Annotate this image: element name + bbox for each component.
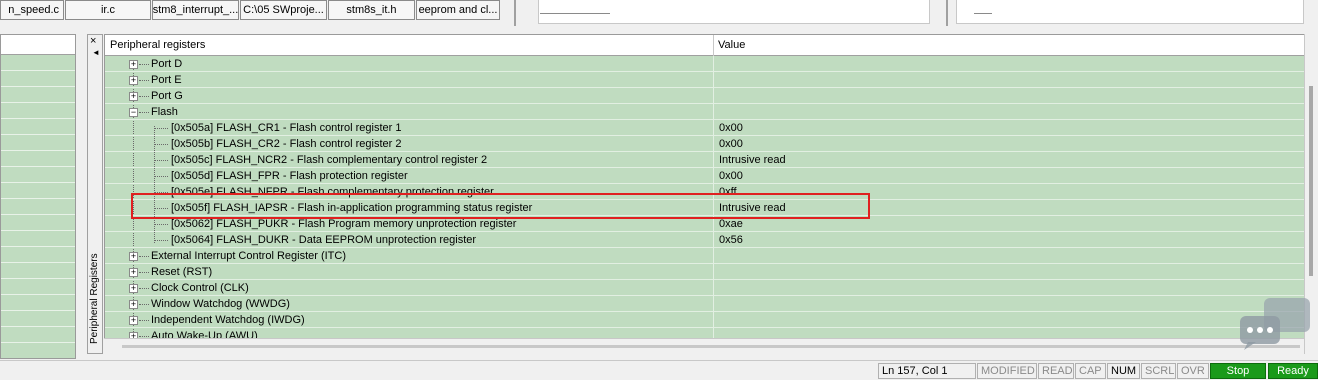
vertical-scroll-thumb[interactable]: [1309, 86, 1313, 276]
tree-row-port-g[interactable]: + Port G: [105, 88, 1305, 104]
row-name: Port D: [151, 58, 183, 70]
row-value: 0x00: [719, 122, 743, 134]
arrow-left-icon[interactable]: ◄: [92, 49, 100, 57]
row-name: [0x505d] FLASH_FPR - Flash protection re…: [171, 170, 408, 182]
row-name: [0x505a] FLASH_CR1 - Flash control regis…: [171, 122, 402, 134]
row-name: Port E: [151, 74, 182, 86]
cap-indicator: CAP: [1075, 363, 1106, 379]
expand-icon[interactable]: +: [129, 284, 138, 293]
file-tab-1[interactable]: n_speed.c: [0, 0, 64, 20]
ovr-indicator: OVR: [1177, 363, 1209, 379]
tree-row-flash-fpr[interactable]: [0x505d] FLASH_FPR - Flash protection re…: [105, 168, 1305, 184]
row-value: Intrusive read: [719, 154, 786, 166]
row-name: Flash: [151, 106, 178, 118]
row-name: [0x505b] FLASH_CR2 - Flash control regis…: [171, 138, 402, 150]
splitter-1[interactable]: [514, 0, 516, 26]
expand-icon[interactable]: +: [129, 92, 138, 101]
file-tabs: n_speed.c ir.c stm8_interrupt_... C:\05 …: [0, 0, 508, 22]
tree-row-clk[interactable]: + Clock Control (CLK): [105, 280, 1305, 296]
file-tab-6[interactable]: eeprom and cl...: [416, 0, 500, 20]
expand-icon[interactable]: +: [129, 76, 138, 85]
row-name: [0x505c] FLASH_NCR2 - Flash complementar…: [171, 154, 488, 166]
modified-indicator: MODIFIED: [977, 363, 1037, 379]
top-pane-2-scrollbar[interactable]: [974, 13, 992, 14]
peripheral-registers-vertical-label: Peripheral Registers: [89, 253, 100, 344]
tree-row-flash-cr1[interactable]: [0x505a] FLASH_CR1 - Flash control regis…: [105, 120, 1305, 136]
row-name: Port G: [151, 90, 183, 102]
horizontal-scrollbar[interactable]: [104, 338, 1304, 354]
table-header: Peripheral registers Value: [105, 35, 1317, 56]
horizontal-scroll-thumb[interactable]: [122, 345, 1300, 348]
row-name: [0x5064] FLASH_DUKR - Data EEPROM unprot…: [171, 234, 477, 246]
scrl-indicator: SCRL: [1141, 363, 1176, 379]
row-value: 0x00: [719, 170, 743, 182]
tree-row-rst[interactable]: + Reset (RST): [105, 264, 1305, 280]
expand-icon[interactable]: +: [129, 300, 138, 309]
column-header-value[interactable]: Value: [718, 39, 745, 51]
tree-row-flash-dukr[interactable]: [0x5064] FLASH_DUKR - Data EEPROM unprot…: [105, 232, 1305, 248]
tree-row-flash-ncr2[interactable]: [0x505c] FLASH_NCR2 - Flash complementar…: [105, 152, 1305, 168]
dock-strip: × ◄ Peripheral Registers: [87, 34, 103, 354]
ready-status: Ready: [1268, 363, 1318, 379]
file-tab-2[interactable]: ir.c: [65, 0, 151, 20]
row-name: Reset (RST): [151, 266, 213, 278]
num-indicator: NUM: [1107, 363, 1140, 379]
splitter-2[interactable]: [946, 0, 948, 26]
tree-row-iwdg[interactable]: + Independent Watchdog (IWDG): [105, 312, 1305, 328]
top-pane-1-scrollbar[interactable]: [540, 13, 610, 14]
highlight-box: [131, 193, 870, 219]
tree-row-itc[interactable]: + External Interrupt Control Register (I…: [105, 248, 1305, 264]
expand-icon[interactable]: +: [129, 252, 138, 261]
row-name: Window Watchdog (WWDG): [151, 298, 290, 310]
column-header-name[interactable]: Peripheral registers: [110, 39, 205, 51]
cursor-position: Ln 157, Col 1: [878, 363, 976, 379]
tree-row-wwdg[interactable]: + Window Watchdog (WWDG): [105, 296, 1305, 312]
expand-icon[interactable]: +: [129, 268, 138, 277]
tree-row-flash[interactable]: − Flash: [105, 104, 1305, 120]
left-panel: [0, 34, 76, 359]
tree-row-port-d[interactable]: + Port D: [105, 56, 1305, 72]
row-name: Independent Watchdog (IWDG): [151, 314, 305, 326]
file-tab-4[interactable]: C:\05 SWproje...: [240, 0, 327, 20]
expand-icon[interactable]: +: [129, 60, 138, 69]
file-tab-3[interactable]: stm8_interrupt_...: [152, 0, 239, 20]
top-pane-1: [538, 0, 930, 24]
row-name: Clock Control (CLK): [151, 282, 249, 294]
read-indicator: READ: [1038, 363, 1074, 379]
close-icon[interactable]: ×: [90, 36, 96, 47]
chat-bubble-icon: [1240, 298, 1310, 350]
tree-row-port-e[interactable]: + Port E: [105, 72, 1305, 88]
top-pane-2: [956, 0, 1304, 24]
row-name: External Interrupt Control Register (ITC…: [151, 250, 347, 262]
row-value: 0xae: [719, 218, 743, 230]
stop-status: Stop: [1210, 363, 1266, 379]
expand-icon[interactable]: +: [129, 316, 138, 325]
ide-window: n_speed.c ir.c stm8_interrupt_... C:\05 …: [0, 0, 1318, 380]
left-panel-header: [1, 35, 75, 55]
row-value: 0x56: [719, 234, 743, 246]
row-name: [0x5062] FLASH_PUKR - Flash Program memo…: [171, 218, 517, 230]
file-tab-5[interactable]: stm8s_it.h: [328, 0, 415, 20]
collapse-icon[interactable]: −: [129, 108, 138, 117]
tree-row-flash-cr2[interactable]: [0x505b] FLASH_CR2 - Flash control regis…: [105, 136, 1305, 152]
status-bar: Ln 157, Col 1 MODIFIED READ CAP NUM SCRL…: [0, 360, 1318, 380]
row-value: 0x00: [719, 138, 743, 150]
